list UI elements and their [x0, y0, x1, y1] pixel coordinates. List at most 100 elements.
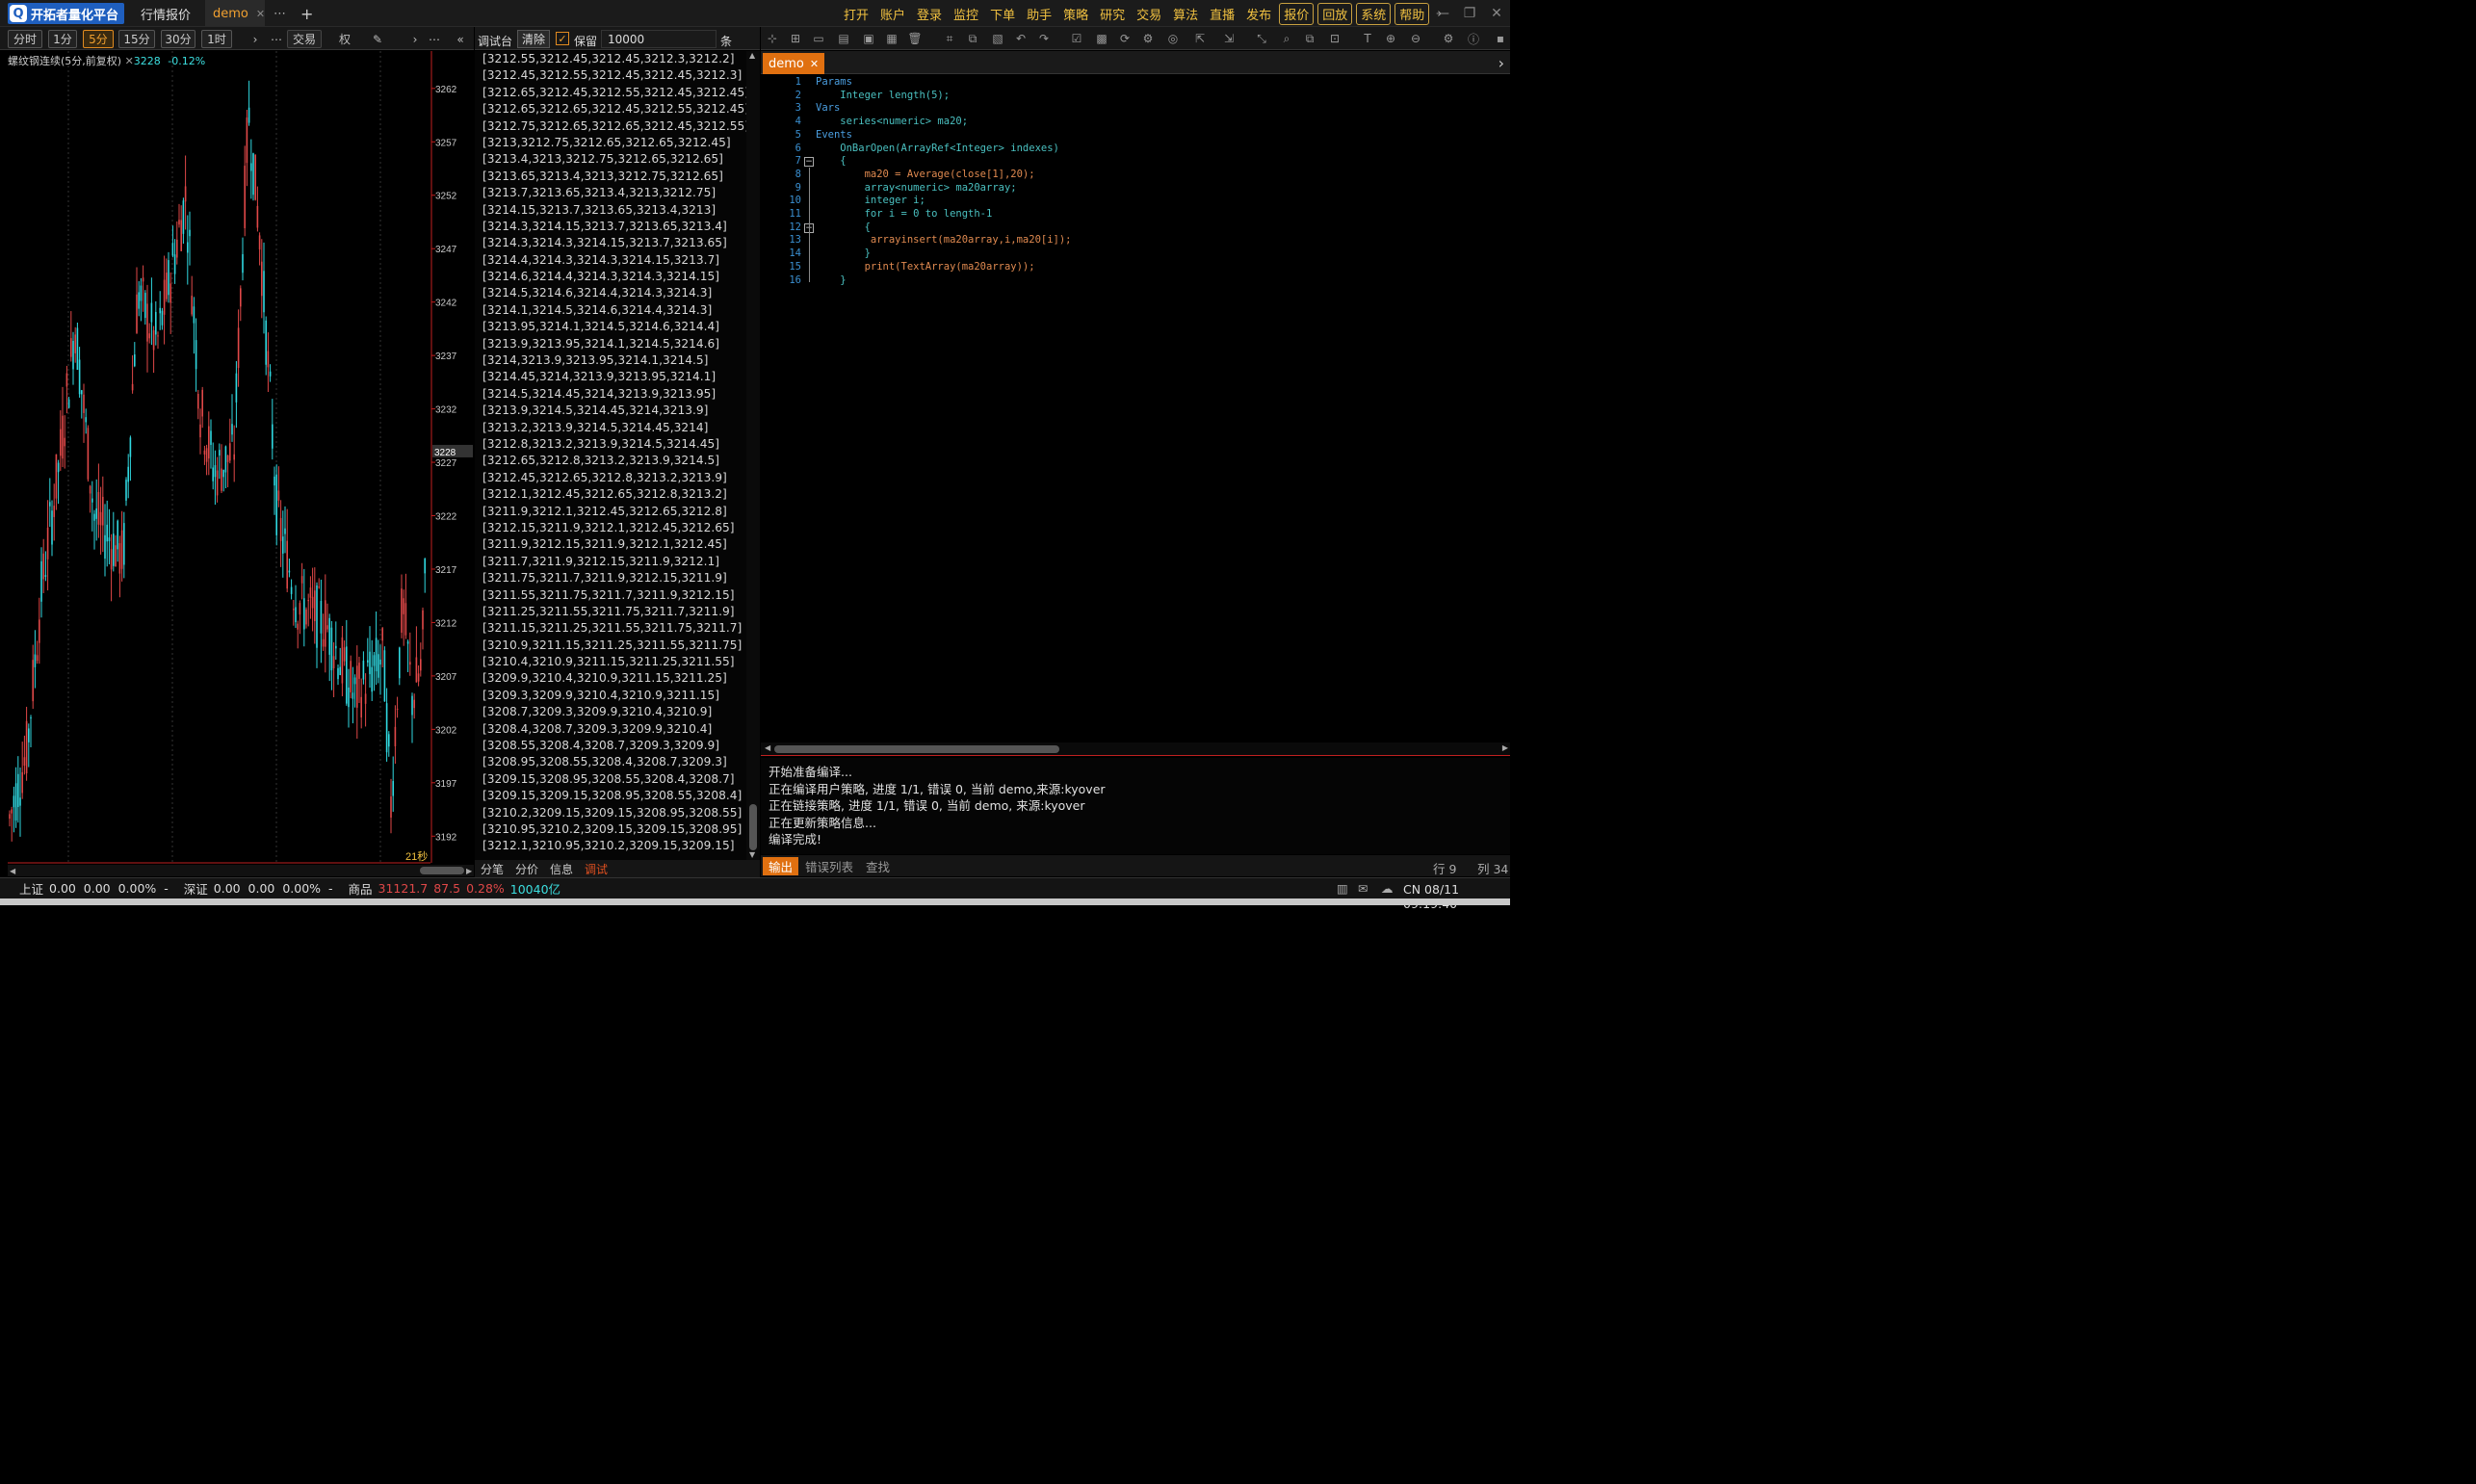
font-icon[interactable]: T [1360, 31, 1375, 46]
stop-icon[interactable]: ◎ [1165, 31, 1181, 46]
search-icon[interactable]: ⌕ [1279, 31, 1294, 46]
new-file-icon[interactable]: ⊹ [765, 31, 780, 46]
menu-system[interactable]: 系统 [1356, 2, 1392, 25]
link-icon[interactable]: ⇲ [1221, 31, 1237, 46]
tab-error-list[interactable]: 错误列表 [799, 857, 859, 875]
undo-icon[interactable]: ↶ [1013, 31, 1029, 46]
more-tabs-icon[interactable]: ⋯ [266, 0, 294, 27]
tab-ticks[interactable]: 分笔 [475, 861, 509, 877]
sz-index-label[interactable]: 深证 [184, 879, 208, 898]
debug-icon[interactable]: ⚙ [1140, 31, 1156, 46]
compile-icon[interactable]: ▩ [1094, 31, 1109, 46]
menu-order[interactable]: 下单 [984, 5, 1021, 23]
tab-demo[interactable]: demo ✕ [205, 0, 265, 27]
book-icon[interactable]: ▥ [1337, 881, 1348, 896]
scroll-up-icon[interactable]: ▲ [749, 51, 755, 60]
fold-toggle-icon[interactable]: − [804, 157, 814, 168]
message-icon[interactable]: ✉ [1358, 881, 1368, 896]
editor-hscroll-thumb[interactable] [774, 745, 1059, 753]
menu-quote[interactable]: 报价 [1279, 2, 1315, 25]
chevron-right-icon[interactable]: › [408, 30, 422, 48]
clear-button[interactable]: 清除 [517, 30, 550, 48]
trade-button[interactable]: 交易 [287, 30, 322, 48]
chevron-right-icon[interactable]: › [1499, 54, 1504, 72]
new-folder-icon[interactable]: ⊞ [788, 31, 803, 46]
restore-icon[interactable]: ❐ [1456, 0, 1483, 27]
menu-research[interactable]: 研究 [1094, 5, 1131, 23]
tab-info[interactable]: 信息 [544, 861, 579, 877]
close-icon[interactable]: ✕ [810, 58, 819, 70]
tab-output[interactable]: 输出 [763, 857, 799, 875]
scroll-right-icon[interactable]: ▶ [1502, 743, 1508, 752]
debug-scroll-thumb[interactable] [749, 804, 757, 850]
zoom-in-icon[interactable]: ⊕ [1383, 31, 1398, 46]
more-icon[interactable]: ⋯ [270, 30, 283, 48]
save-icon[interactable]: ▣ [861, 31, 876, 46]
close-icon[interactable]: ✕ [125, 55, 134, 67]
period-1m[interactable]: 1分 [48, 30, 77, 48]
rights-button[interactable]: 权 [337, 30, 352, 48]
save-all-icon[interactable]: ▦ [884, 31, 899, 46]
menu-account[interactable]: 账户 [874, 5, 911, 23]
commodity-label[interactable]: 商品 [349, 879, 373, 898]
period-5m[interactable]: 5分 [83, 30, 114, 48]
menu-publish[interactable]: 发布 [1240, 5, 1277, 23]
scroll-left-icon[interactable]: ◀ [10, 867, 16, 875]
cloud-icon[interactable]: ☁ [1381, 881, 1394, 896]
paste-icon[interactable]: ▧ [990, 31, 1005, 46]
menu-open[interactable]: 打开 [838, 5, 874, 23]
more-icon[interactable]: ▪ [1493, 31, 1508, 46]
menu-strategy[interactable]: 策略 [1057, 5, 1094, 23]
scroll-down-icon[interactable]: ▼ [749, 850, 755, 859]
add-tab-icon[interactable]: + [293, 0, 321, 27]
folder-open-icon[interactable]: ▤ [836, 31, 851, 46]
settings-icon[interactable]: ⚙ [1441, 31, 1456, 46]
tab-quotes[interactable]: 行情报价 [133, 0, 198, 27]
close-icon[interactable]: ✕ [256, 8, 265, 20]
check-icon[interactable]: ☑ [1069, 31, 1084, 46]
code-editor[interactable]: 1 Params 2 Integer length(5); 3 Vars 4 series… [761, 75, 1510, 742]
redo-icon[interactable]: ↷ [1036, 31, 1052, 46]
double-chevron-left-icon[interactable]: « [453, 30, 468, 48]
copy-icon[interactable]: ⧉ [965, 31, 980, 46]
editor-hscrollbar[interactable]: ◀ ▶ [761, 742, 1510, 756]
period-timeshare[interactable]: 分时 [8, 30, 42, 48]
open-folder-icon[interactable]: ▭ [811, 31, 826, 46]
delete-icon[interactable]: 🗑 [907, 31, 923, 46]
replace-icon[interactable]: ⧉ [1302, 31, 1317, 46]
chevron-right-icon[interactable]: › [248, 30, 262, 48]
menu-live[interactable]: 直播 [1204, 5, 1240, 23]
find-icon[interactable]: ⊡ [1327, 31, 1342, 46]
debug-output[interactable]: [3212.55,3212.45,3212.45,3212.3,3212.2] [… [475, 51, 746, 860]
export-icon[interactable]: ⇱ [1192, 31, 1208, 46]
close-window-icon[interactable]: ✕ [1483, 0, 1510, 27]
zoom-out-icon[interactable]: ⊖ [1408, 31, 1423, 46]
period-15m[interactable]: 15分 [118, 30, 155, 48]
menu-algo[interactable]: 算法 [1167, 5, 1204, 23]
candlestick-chart[interactable]: 3262 3257 3252 3247 3242 3237 3232 3227 3222 3217… [0, 51, 474, 877]
sh-index-label[interactable]: 上证 [19, 879, 43, 898]
chart-hscroll-thumb[interactable] [420, 867, 464, 874]
keep-checkbox[interactable]: ✓ [556, 32, 569, 45]
menu-help[interactable]: 帮助 [1394, 2, 1430, 25]
minimize-icon[interactable]: — [1429, 0, 1456, 27]
expand-icon[interactable]: ⤡ [1254, 31, 1269, 46]
menu-trade[interactable]: 交易 [1131, 5, 1167, 23]
period-1h[interactable]: 1时 [201, 30, 232, 48]
chart-hscrollbar[interactable] [8, 865, 474, 876]
debug-scrollbar[interactable]: ▲ ▼ [746, 51, 760, 860]
info-icon[interactable]: ⓘ [1466, 31, 1481, 46]
tab-find[interactable]: 查找 [860, 857, 896, 875]
pen-icon[interactable]: ✎ [370, 30, 385, 48]
tab-debug[interactable]: 调试 [579, 861, 613, 877]
scroll-left-icon[interactable]: ◀ [765, 743, 770, 752]
menu-replay[interactable]: 回放 [1317, 2, 1353, 25]
keep-count-input[interactable]: 10000 [601, 30, 717, 48]
tab-price-dist[interactable]: 分价 [509, 861, 544, 877]
menu-monitor[interactable]: 监控 [948, 5, 984, 23]
more-icon[interactable]: ⋯ [428, 30, 441, 48]
scroll-right-icon[interactable]: ▶ [466, 867, 473, 875]
editor-tab-demo[interactable]: demo ✕ [763, 53, 825, 74]
refresh-icon[interactable]: ⟳ [1117, 31, 1133, 46]
cut-icon[interactable]: ⌗ [942, 31, 957, 46]
